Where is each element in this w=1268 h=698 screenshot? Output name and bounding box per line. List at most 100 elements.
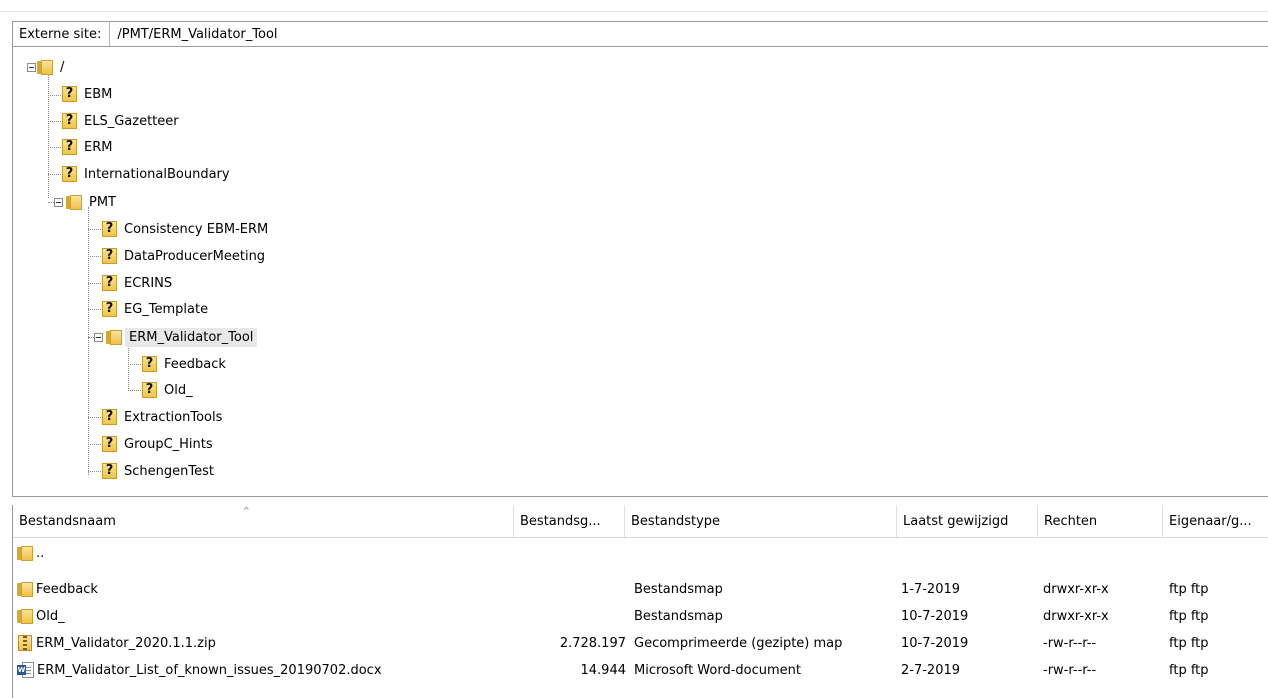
tree-connector	[128, 390, 141, 391]
column-header-permissions[interactable]: Rechten	[1038, 505, 1163, 537]
tree-node-label: EBM	[84, 86, 113, 102]
file-owner: ftp ftp	[1169, 581, 1209, 597]
file-row-parent[interactable]: ..	[13, 541, 1268, 565]
file-row-docx[interactable]: W ERM_Validator_List_of_known_issues_201…	[13, 658, 1268, 682]
zip-icon	[17, 635, 33, 651]
tree-node-extractiontools[interactable]: ? ExtractionTools	[101, 405, 226, 429]
file-permissions: drwxr-xr-x	[1043, 581, 1109, 597]
tree-connector	[128, 364, 141, 365]
tree-connector	[88, 256, 101, 257]
file-list-header: Bestandsnaam ^ Bestandsg... Bestandstype…	[13, 505, 1268, 538]
unknown-folder-icon: ?	[101, 463, 117, 479]
file-name: ERM_Validator_2020.1.1.zip	[36, 635, 216, 651]
file-row-zip[interactable]: ERM_Validator_2020.1.1.zip 2.728.197 Gec…	[13, 631, 1268, 655]
collapse-pmt-toggle[interactable]	[54, 198, 63, 207]
tree-node-label: EG_Template	[124, 301, 209, 317]
folder-icon	[17, 608, 33, 624]
tree-node-ecrins[interactable]: ? ECRINS	[101, 271, 176, 295]
column-header-filesize[interactable]: Bestandsg...	[514, 505, 625, 537]
file-type: Microsoft Word-document	[634, 662, 801, 678]
file-owner: ftp ftp	[1169, 608, 1209, 624]
tree-node-erm-validator-tool[interactable]: ERM_Validator_Tool	[106, 325, 258, 349]
tree-node-eg-template[interactable]: ? EG_Template	[101, 297, 212, 321]
file-permissions: -rw-r--r--	[1043, 662, 1097, 678]
unknown-folder-icon: ?	[141, 382, 157, 398]
file-type: Gecomprimeerde (gezipte) map	[634, 635, 843, 651]
tree-node-label: Old_	[164, 382, 193, 398]
tree-node-dataproducermeeting[interactable]: ? DataProducerMeeting	[101, 244, 269, 268]
tree-node-label: ERM	[84, 139, 113, 155]
unknown-folder-icon: ?	[101, 275, 117, 291]
file-name: ..	[36, 545, 45, 561]
tree-connector	[88, 283, 101, 284]
file-row-old[interactable]: Old_ Bestandsmap 10-7-2019 drwxr-xr-x ft…	[13, 604, 1268, 628]
remote-directory-tree[interactable]: / ? EBM ? ELS_Gazetteer ? ERM ? Internat…	[12, 47, 1268, 497]
file-size	[513, 604, 626, 628]
file-size: 2.728.197	[559, 635, 626, 651]
tree-node-groupc-hints[interactable]: ? GroupC_Hints	[101, 432, 217, 456]
tree-node-root[interactable]: /	[37, 55, 68, 79]
tree-node-label: GroupC_Hints	[124, 436, 213, 452]
tree-connector	[48, 174, 61, 175]
tree-node-label: ECRINS	[124, 275, 173, 291]
collapse-erm-validator-toggle[interactable]	[94, 333, 103, 342]
remote-site-label: Externe site:	[13, 22, 111, 46]
folder-icon	[17, 581, 33, 597]
tree-node-label: Consistency EBM-ERM	[124, 221, 269, 237]
file-size: 14.944	[580, 662, 627, 678]
tree-connector	[48, 72, 49, 198]
file-size	[513, 577, 626, 601]
file-modified: 10-7-2019	[901, 635, 969, 651]
column-header-filename[interactable]: Bestandsnaam	[13, 505, 514, 537]
unknown-folder-icon: ?	[61, 86, 77, 102]
sort-ascending-icon: ^	[243, 506, 250, 515]
tree-connector	[88, 309, 101, 310]
tree-node-internationalboundary[interactable]: ? InternationalBoundary	[61, 162, 234, 186]
unknown-folder-icon: ?	[101, 248, 117, 264]
tree-node-erm[interactable]: ? ERM	[61, 135, 116, 159]
tree-node-feedback[interactable]: ? Feedback	[141, 352, 230, 376]
unknown-folder-icon: ?	[61, 139, 77, 155]
column-header-owner[interactable]: Eigenaar/g...	[1163, 505, 1268, 537]
file-modified: 2-7-2019	[901, 662, 961, 678]
tree-connector	[48, 95, 61, 96]
file-name: ERM_Validator_List_of_known_issues_20190…	[37, 662, 382, 678]
unknown-folder-icon: ?	[101, 436, 117, 452]
folder-open-icon	[106, 329, 122, 345]
file-name: Old_	[36, 608, 65, 624]
tree-connector	[88, 417, 101, 418]
unknown-folder-icon: ?	[141, 356, 157, 372]
tree-node-schengentest[interactable]: ? SchengenTest	[101, 459, 218, 483]
file-type: Bestandsmap	[634, 581, 723, 597]
collapse-root-toggle[interactable]	[27, 63, 36, 72]
remote-file-list[interactable]: Bestandsnaam ^ Bestandsg... Bestandstype…	[12, 505, 1268, 698]
file-permissions: -rw-r--r--	[1043, 635, 1097, 651]
tree-connector	[88, 471, 101, 472]
tree-node-label: ExtractionTools	[124, 409, 223, 425]
tree-node-old[interactable]: ? Old_	[141, 378, 197, 402]
file-permissions: drwxr-xr-x	[1043, 608, 1109, 624]
tree-node-label: DataProducerMeeting	[124, 248, 266, 264]
unknown-folder-icon: ?	[61, 166, 77, 182]
unknown-folder-icon: ?	[101, 221, 117, 237]
file-type: Bestandsmap	[634, 608, 723, 624]
column-header-filetype[interactable]: Bestandstype	[625, 505, 897, 537]
tree-node-consistency-ebm-erm[interactable]: ? Consistency EBM-ERM	[101, 217, 272, 241]
tree-node-ebm[interactable]: ? EBM	[61, 82, 116, 106]
tree-node-els-gazetteer[interactable]: ? ELS_Gazetteer	[61, 109, 183, 133]
file-name: Feedback	[36, 581, 98, 597]
remote-path-input[interactable]	[110, 22, 1268, 46]
tree-connector	[88, 207, 89, 475]
column-header-last-modified[interactable]: Laatst gewijzigd	[897, 505, 1038, 537]
file-row-feedback[interactable]: Feedback Bestandsmap 1-7-2019 drwxr-xr-x…	[13, 577, 1268, 601]
tree-connector	[88, 229, 101, 230]
tree-node-label: ELS_Gazetteer	[84, 113, 179, 129]
top-strip	[0, 0, 1268, 12]
tree-connector	[128, 345, 129, 389]
file-modified: 1-7-2019	[901, 581, 961, 597]
word-document-icon: W	[17, 662, 34, 678]
unknown-folder-icon: ?	[61, 113, 77, 129]
tree-node-pmt[interactable]: PMT	[66, 190, 120, 214]
tree-node-label: InternationalBoundary	[84, 166, 230, 182]
tree-connector	[48, 121, 61, 122]
